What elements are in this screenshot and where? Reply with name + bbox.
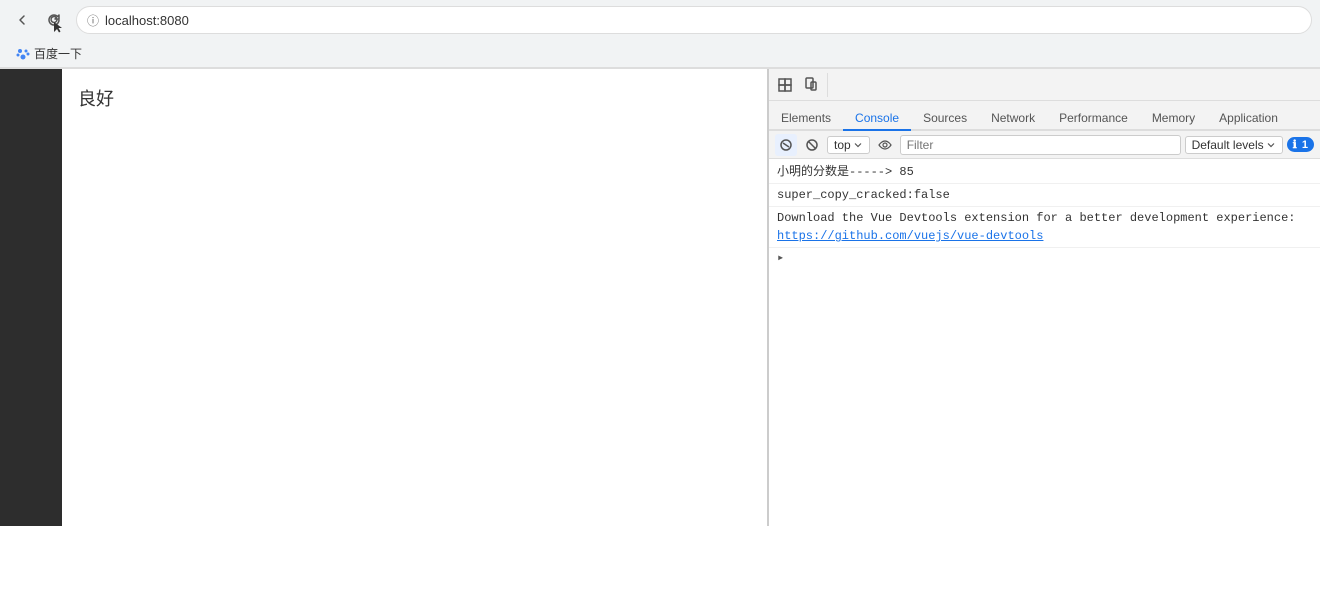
- devtools-top-toolbar: [769, 69, 1320, 101]
- chevron-right-icon: ▸: [777, 251, 784, 265]
- bookmarks-bar: 百度一下: [0, 40, 1320, 68]
- tab-network[interactable]: Network: [979, 107, 1047, 131]
- block-icon-button[interactable]: [801, 134, 823, 156]
- info-icon: ⓘ: [87, 12, 99, 29]
- address-bar[interactable]: ⓘ localhost:8080: [76, 6, 1312, 34]
- console-line-2: super_copy_cracked:false: [769, 184, 1320, 207]
- console-text-2: super_copy_cracked:false: [777, 188, 950, 202]
- left-sidebar: [0, 69, 62, 526]
- tab-performance[interactable]: Performance: [1047, 107, 1140, 131]
- tab-elements[interactable]: Elements: [769, 107, 843, 131]
- devtools-panel: Elements Console Sources Network Perform…: [768, 69, 1320, 526]
- page-content: 良好: [62, 69, 768, 526]
- tab-application[interactable]: Application: [1207, 107, 1290, 131]
- console-line-3: Download the Vue Devtools extension for …: [769, 207, 1320, 248]
- inspect-element-button[interactable]: [773, 73, 797, 97]
- baidu-icon: [16, 47, 30, 61]
- levels-dropdown-icon: [1266, 140, 1276, 150]
- default-levels-label: Default levels: [1192, 138, 1264, 152]
- context-selector[interactable]: top: [827, 136, 870, 154]
- console-output: 小明的分数是-----> 85 super_copy_cracked:false…: [769, 159, 1320, 526]
- default-levels-selector[interactable]: Default levels: [1185, 136, 1283, 154]
- badge-count: 1: [1302, 139, 1308, 151]
- error-badge: ℹ 1: [1287, 137, 1314, 152]
- bookmark-baidu[interactable]: 百度一下: [8, 43, 90, 64]
- console-toolbar: top Default levels ℹ 1: [769, 131, 1320, 159]
- refresh-button[interactable]: [40, 6, 68, 34]
- devtools-tabs: Elements Console Sources Network Perform…: [769, 101, 1320, 131]
- url-text: localhost:8080: [105, 13, 189, 28]
- eye-icon-button[interactable]: [874, 134, 896, 156]
- console-line-1: 小明的分数是-----> 85: [769, 161, 1320, 184]
- page-main-text: 良好: [78, 85, 751, 111]
- console-text-3: Download the Vue Devtools extension for …: [777, 211, 1295, 225]
- context-dropdown-icon: [853, 140, 863, 150]
- device-toolbar-button[interactable]: [799, 73, 823, 97]
- tab-sources[interactable]: Sources: [911, 107, 979, 131]
- console-prompt-area[interactable]: ▸: [769, 248, 1320, 267]
- clear-console-button[interactable]: [775, 134, 797, 156]
- context-label: top: [834, 138, 851, 152]
- tab-memory[interactable]: Memory: [1140, 107, 1207, 131]
- console-link-1[interactable]: https://github.com/vuejs/vue-devtools: [777, 229, 1043, 243]
- console-text-1: 小明的分数是-----> 85: [777, 165, 914, 179]
- back-button[interactable]: [8, 6, 36, 34]
- tab-console[interactable]: Console: [843, 107, 911, 131]
- bookmark-label: 百度一下: [34, 45, 82, 62]
- badge-icon: ℹ: [1293, 139, 1297, 151]
- filter-input[interactable]: [900, 135, 1181, 155]
